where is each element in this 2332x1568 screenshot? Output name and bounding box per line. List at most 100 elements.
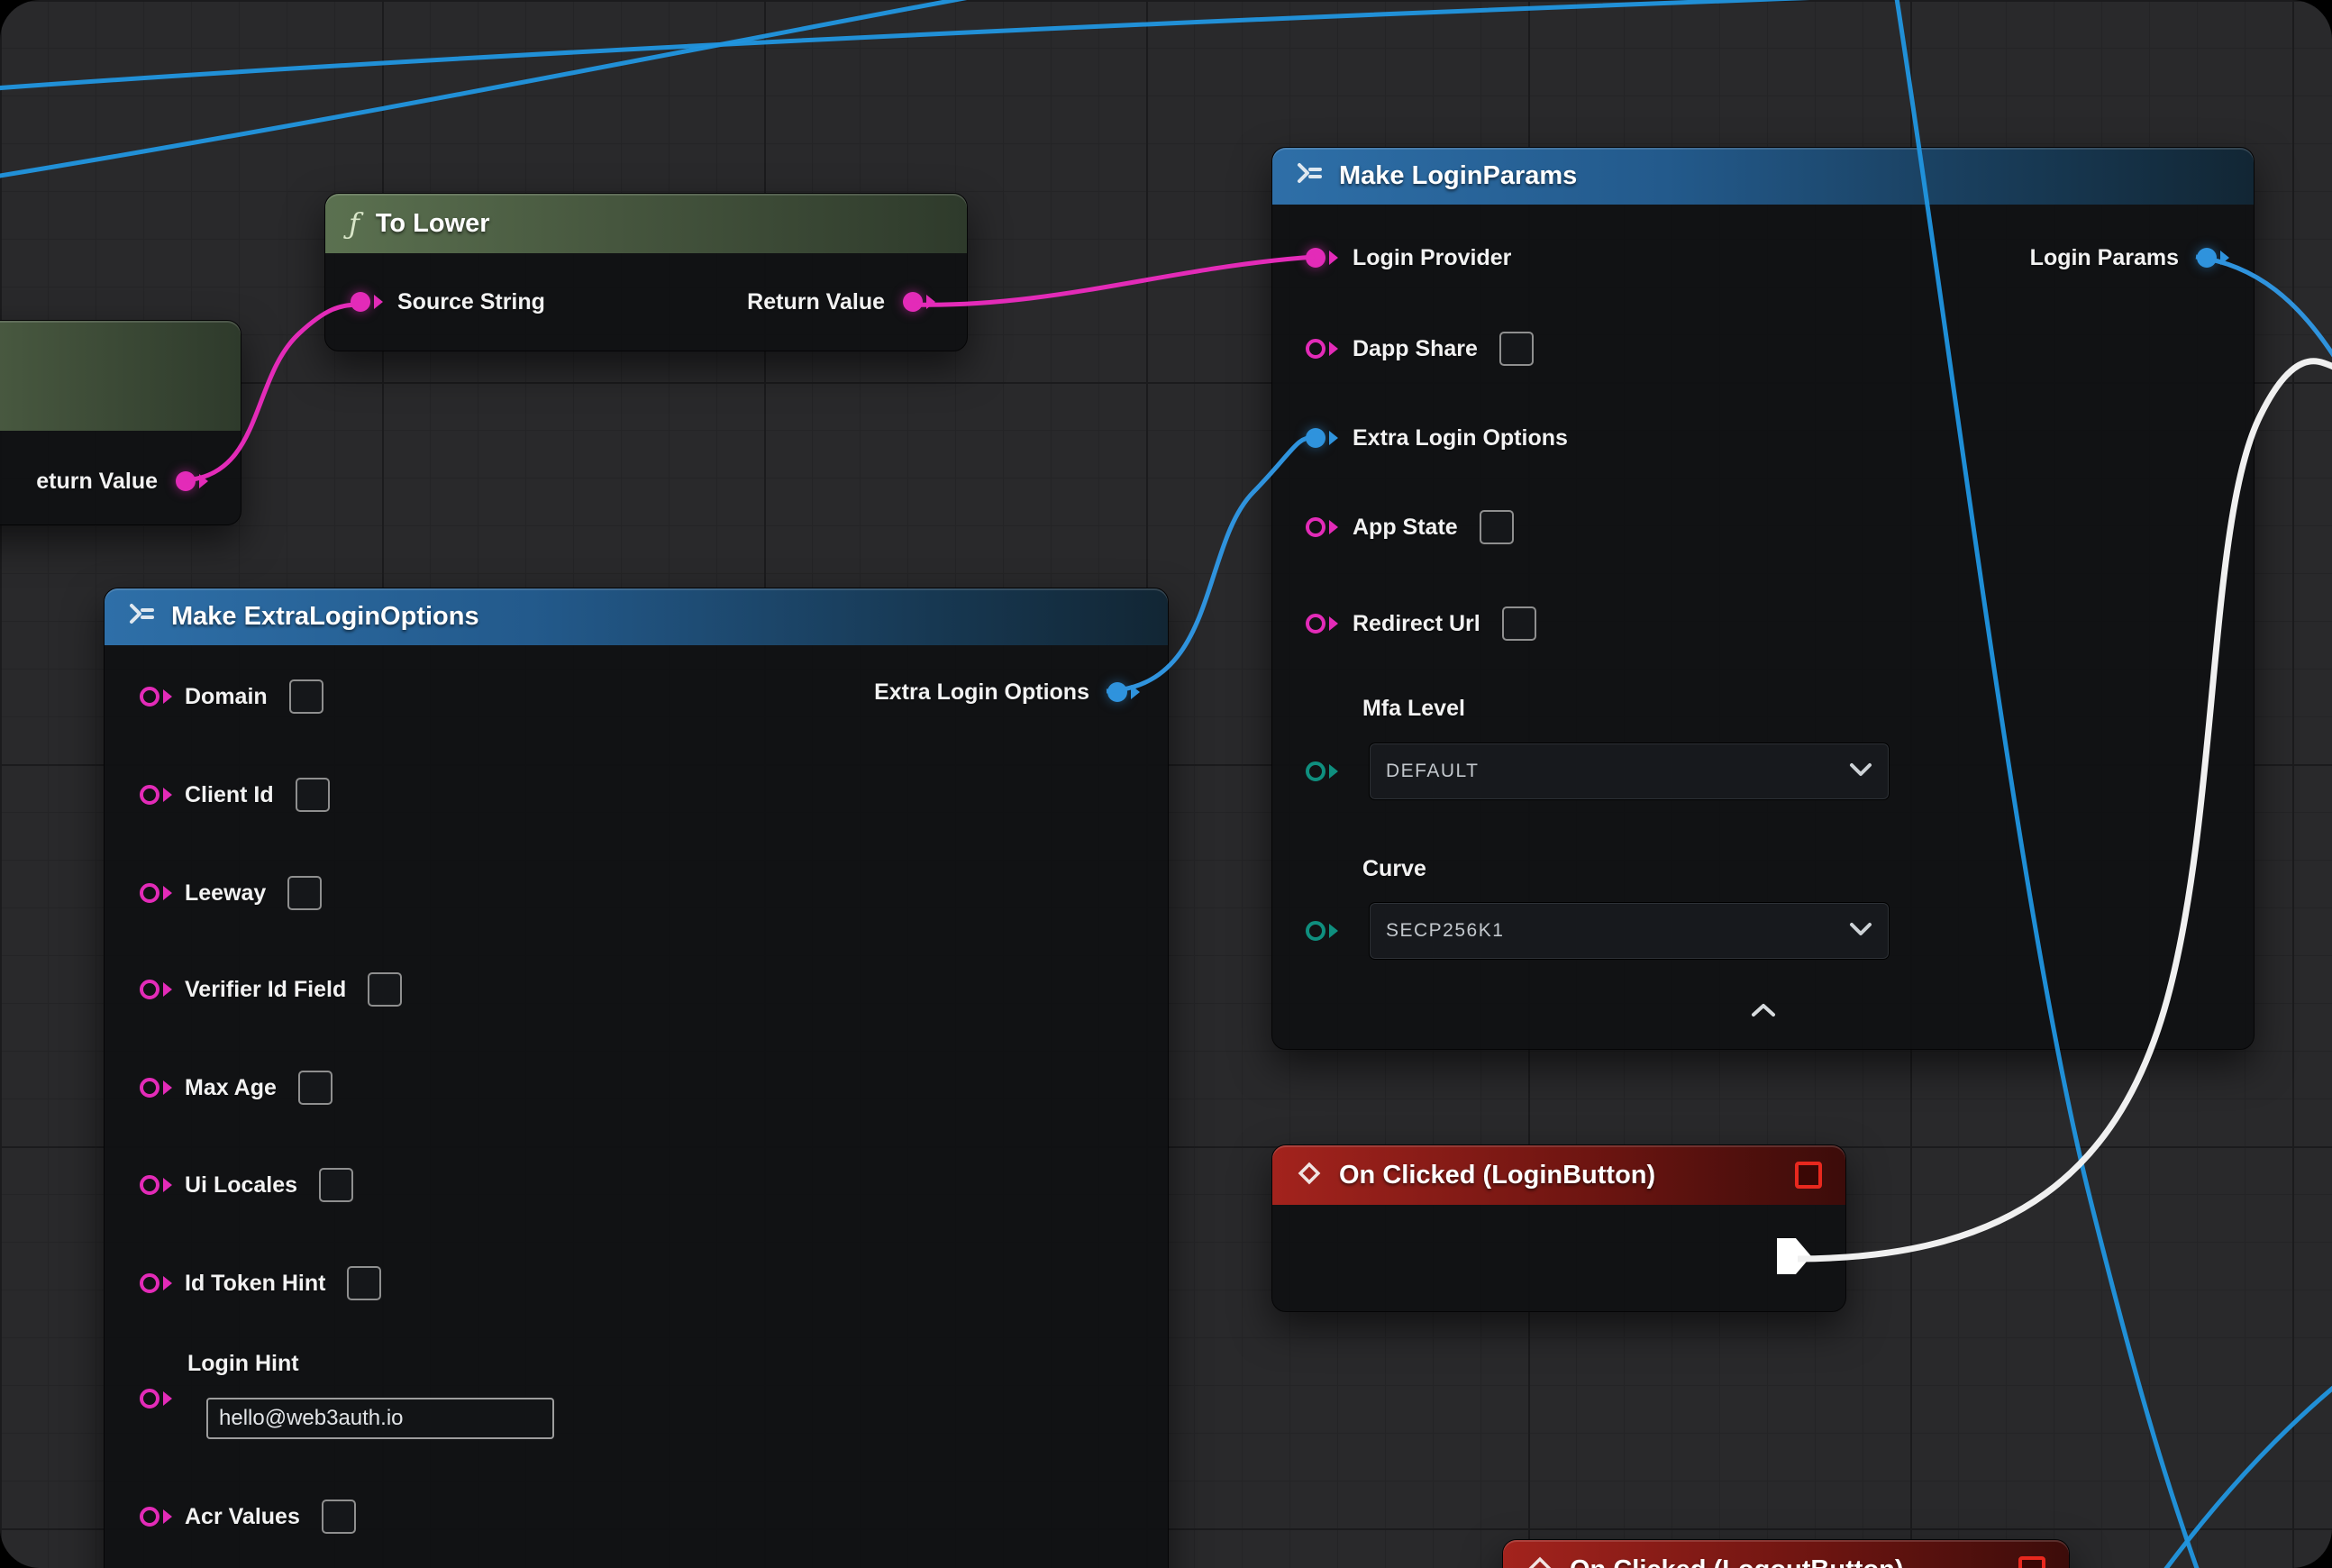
pin-label: Login Params [2030, 245, 2179, 271]
pin-label: App State [1353, 515, 1458, 541]
redirect-url-checkbox[interactable] [1502, 606, 1536, 641]
curve-label: Curve [1362, 856, 1426, 882]
collapse-arrow[interactable] [1750, 1002, 1777, 1023]
login-hint-pin[interactable] [140, 1389, 159, 1408]
app-state-pin[interactable] [1306, 517, 1325, 537]
ui-locales-checkbox[interactable] [319, 1168, 353, 1202]
pin-label: Return Value [747, 289, 885, 315]
pin-label: Domain [185, 684, 268, 710]
pin-label: eturn Value [36, 469, 158, 495]
make-struct-icon [1296, 160, 1323, 192]
pin-label: Verifier Id Field [185, 977, 346, 1003]
dropdown-value: DEFAULT [1386, 761, 1479, 782]
pin-label: Redirect Url [1353, 611, 1480, 637]
chevron-down-icon [1849, 920, 1872, 942]
node-on-clicked-login-button[interactable]: On Clicked (LoginButton) [1271, 1144, 1846, 1312]
node-title: On Clicked (LogoutButton) [1570, 1555, 1904, 1568]
domain-pin[interactable] [140, 687, 159, 707]
acr-values-checkbox[interactable] [322, 1500, 356, 1534]
max-age-checkbox[interactable] [298, 1071, 332, 1105]
event-diamond-icon [1526, 1554, 1553, 1568]
login-hint-input[interactable] [206, 1398, 554, 1439]
login-hint-label: Login Hint [187, 1351, 299, 1377]
pin-row-ui-locales: Ui Locales [140, 1163, 353, 1207]
pin-row-return-value: eturn Value [36, 460, 196, 503]
dapp-share-pin[interactable] [1306, 339, 1325, 359]
pin-row-login-provider: Login Provider [1306, 236, 1511, 279]
node-make-extra-login-options[interactable]: Make ExtraLoginOptions Extra Login Optio… [104, 588, 1169, 1568]
pin-label: Client Id [185, 782, 274, 808]
node-header[interactable]: ƒ To Lower [325, 194, 967, 253]
delegate-square-icon [2018, 1556, 2045, 1568]
id-token-hint-pin[interactable] [140, 1273, 159, 1293]
node-header[interactable]: tion ox (String) [0, 321, 241, 431]
return-value-pin[interactable] [903, 292, 923, 312]
domain-checkbox[interactable] [289, 679, 323, 714]
client-id-checkbox[interactable] [296, 778, 330, 812]
pin-row-domain: Domain [140, 675, 323, 718]
pin-label: Acr Values [185, 1504, 300, 1530]
mfa-level-label: Mfa Level [1362, 696, 1465, 722]
pin-row-dapp-share: Dapp Share [1306, 327, 1534, 370]
pin-row-extra-login-options-in: Extra Login Options [1306, 416, 1568, 460]
ui-locales-pin[interactable] [140, 1175, 159, 1195]
max-age-pin[interactable] [140, 1078, 159, 1098]
id-token-hint-checkbox[interactable] [347, 1266, 381, 1300]
client-id-pin[interactable] [140, 785, 159, 805]
node-header[interactable]: Make LoginParams [1272, 148, 2254, 205]
wire-blue-top-long[interactable] [0, 0, 1948, 88]
dropdown-value: SECP256K1 [1386, 920, 1504, 942]
node-title: Make LoginParams [1339, 161, 1577, 191]
wire-string-tolower-to-loginprovider[interactable] [912, 257, 1315, 305]
app-state-checkbox[interactable] [1480, 510, 1514, 544]
pin-row-verifier-id-field: Verifier Id Field [140, 968, 402, 1011]
leeway-checkbox[interactable] [287, 876, 322, 910]
pin-label: Leeway [185, 880, 266, 907]
node-header[interactable]: On Clicked (LoginButton) [1272, 1145, 1845, 1205]
node-make-login-params[interactable]: Make LoginParams Login Params Login Prov… [1271, 147, 2255, 1050]
redirect-url-pin[interactable] [1306, 614, 1325, 634]
pin-label: Extra Login Options [1353, 425, 1568, 451]
node-title: Make ExtraLoginOptions [171, 602, 479, 632]
node-header[interactable]: On Clicked (LogoutButton) [1503, 1540, 2069, 1568]
acr-values-pin[interactable] [140, 1507, 159, 1527]
wire-blue-top-steep[interactable] [0, 0, 984, 177]
leeway-pin[interactable] [140, 883, 159, 903]
pin-label: Ui Locales [185, 1172, 297, 1199]
pin-row-redirect-url: Redirect Url [1306, 602, 1536, 645]
chevron-down-icon [1849, 761, 1872, 782]
wire-blue-bottom-corner[interactable] [2163, 1384, 2332, 1568]
verifier-id-field-pin[interactable] [140, 980, 159, 999]
node-on-clicked-logout-button[interactable]: On Clicked (LogoutButton) [1502, 1539, 2070, 1568]
dapp-share-checkbox[interactable] [1499, 332, 1534, 366]
delegate-square-icon [1795, 1162, 1822, 1189]
curve-pin[interactable] [1306, 921, 1325, 941]
pin-row-id-token-hint: Id Token Hint [140, 1262, 381, 1305]
blueprint-graph-canvas[interactable]: tion ox (String) eturn Value ƒ To Lower … [0, 0, 2332, 1568]
curve-dropdown[interactable]: SECP256K1 [1369, 902, 1890, 960]
pin-row-client-id: Client Id [140, 773, 330, 816]
pin-row-source-string: Source String [351, 280, 545, 324]
source-string-pin[interactable] [351, 292, 370, 312]
pin-row-leeway: Leeway [140, 871, 322, 915]
mfa-level-pin[interactable] [1306, 761, 1325, 781]
pin-label: Max Age [185, 1075, 277, 1101]
node-title: On Clicked (LoginButton) [1339, 1161, 1655, 1190]
pin-label: Login Provider [1353, 245, 1511, 271]
make-struct-icon [128, 601, 155, 633]
pin-label: Source String [397, 289, 545, 315]
node-header[interactable]: Make ExtraLoginOptions [105, 588, 1168, 645]
event-diamond-icon [1296, 1160, 1323, 1191]
function-icon: ƒ [349, 206, 360, 241]
node-to-lower[interactable]: ƒ To Lower Source String Return Value [324, 193, 968, 351]
pin-row-login-params-out: Login Params [2030, 236, 2217, 279]
pin-row-acr-values: Acr Values [140, 1495, 356, 1538]
pin-row-extra-login-options-out: Extra Login Options [874, 670, 1127, 714]
pin-row-app-state: App State [1306, 506, 1514, 549]
node-clipped-function[interactable]: tion ox (String) eturn Value [0, 320, 241, 525]
node-title: To Lower [376, 209, 490, 239]
pin-label: Id Token Hint [185, 1271, 325, 1297]
verifier-id-field-checkbox[interactable] [368, 972, 402, 1007]
pin-label: Extra Login Options [874, 679, 1089, 706]
mfa-level-dropdown[interactable]: DEFAULT [1369, 743, 1890, 800]
